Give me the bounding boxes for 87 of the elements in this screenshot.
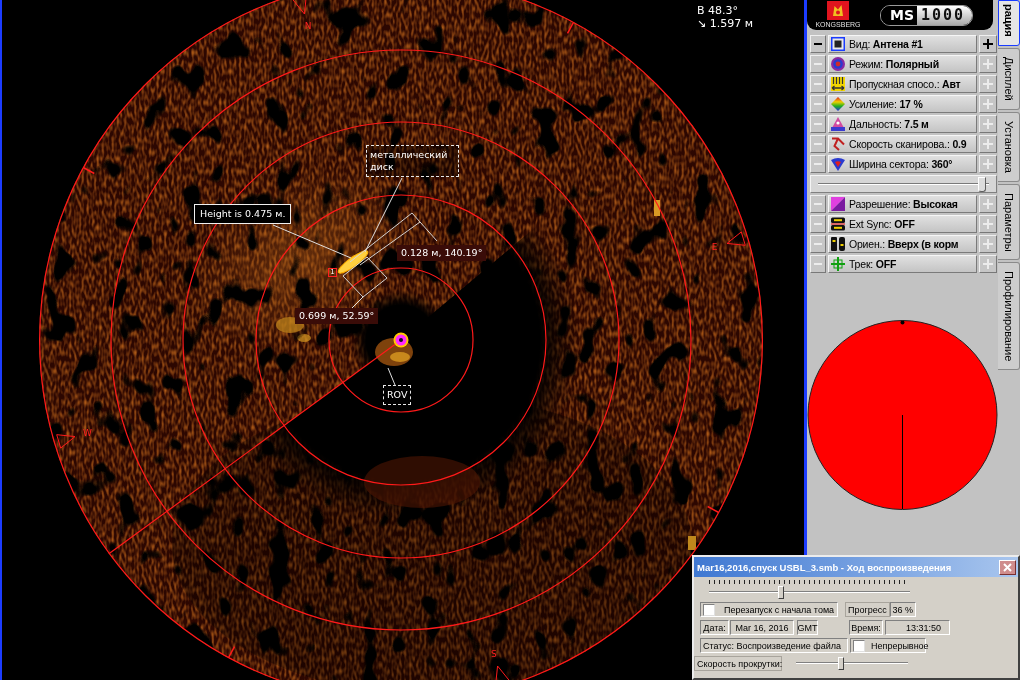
diamond-icon bbox=[831, 97, 845, 111]
plus-icon bbox=[983, 59, 993, 69]
plus-icon bbox=[983, 219, 993, 229]
emblem-icon bbox=[827, 1, 849, 20]
compass-label: W bbox=[83, 427, 92, 438]
plus-button[interactable] bbox=[979, 35, 997, 53]
minus-icon bbox=[814, 83, 822, 85]
minus-button[interactable] bbox=[810, 35, 826, 53]
slider-thumb[interactable] bbox=[978, 176, 987, 192]
diagonal-square-icon bbox=[831, 197, 845, 211]
progress-field: 36 % bbox=[889, 602, 916, 617]
direction-marker-icon bbox=[495, 665, 510, 680]
checkbox[interactable] bbox=[703, 603, 715, 616]
plus-icon bbox=[983, 199, 993, 209]
slider-thumb[interactable] bbox=[778, 586, 785, 599]
date-field: Mar 16, 2016 bbox=[730, 620, 794, 635]
continuous-option[interactable]: Непрерывное bbox=[850, 638, 926, 653]
plus-icon bbox=[983, 239, 993, 249]
plus-icon bbox=[983, 79, 993, 89]
compass-label: E bbox=[711, 242, 718, 253]
parameter-button[interactable]: Вид: Антена #1 bbox=[828, 35, 977, 53]
heading-tick bbox=[228, 645, 236, 658]
heading-tick bbox=[566, 22, 574, 35]
cone-icon bbox=[831, 117, 845, 131]
callout-label: Height is 0.475 м. bbox=[194, 204, 292, 224]
framed-square-icon bbox=[831, 37, 845, 51]
heading-tick bbox=[706, 505, 719, 513]
direction-marker-icon bbox=[292, 0, 307, 15]
leader-line bbox=[387, 367, 396, 386]
minus-icon bbox=[814, 103, 822, 105]
option-label: Непрерывное bbox=[871, 640, 929, 651]
heading-tick bbox=[83, 167, 96, 175]
direction-marker-icon bbox=[56, 434, 76, 449]
measurement-label: 0.128 м, 140.19° bbox=[397, 245, 487, 261]
readout-text: ↘ 1.597 м bbox=[697, 17, 753, 30]
readout-text: B 48.3° bbox=[697, 4, 740, 17]
linked-boxes-icon bbox=[831, 217, 845, 231]
option-label: Перезапуск с начала тома bbox=[724, 604, 835, 615]
checkbox[interactable] bbox=[853, 639, 865, 652]
speed-label: Скорость прокрутки: bbox=[694, 656, 782, 671]
target-icon bbox=[831, 57, 845, 71]
plus-icon bbox=[983, 39, 993, 49]
minus-icon bbox=[814, 203, 822, 205]
tab[interactable]: Профилирование bbox=[998, 262, 1020, 371]
annotation-label: металлический диск bbox=[366, 145, 459, 177]
crosshair-icon bbox=[831, 257, 845, 271]
date-label: Дата: bbox=[700, 620, 729, 635]
tab[interactable]: Установка bbox=[998, 111, 1020, 182]
progress-label: Прогресс bbox=[845, 602, 890, 617]
close-button[interactable] bbox=[999, 559, 1016, 575]
time-field: 13:31:50 bbox=[885, 620, 950, 635]
plus-icon bbox=[983, 99, 993, 109]
minus-icon bbox=[814, 63, 822, 65]
rov-marker-icon bbox=[393, 332, 409, 348]
model-prefix: MS bbox=[881, 5, 917, 25]
minus-icon bbox=[814, 163, 822, 165]
tab[interactable]: рация bbox=[998, 0, 1020, 46]
status-field: Статус: Воспроизведение файла bbox=[700, 638, 848, 653]
minus-icon bbox=[814, 143, 822, 145]
minus-icon bbox=[814, 243, 822, 245]
plus-icon bbox=[983, 159, 993, 169]
tab[interactable]: Дисплей bbox=[998, 47, 1020, 110]
restart-option[interactable]: Перезапуск с начала тома bbox=[700, 602, 838, 617]
minus-icon bbox=[814, 223, 822, 225]
compass-label: S bbox=[491, 648, 497, 659]
measurement-label: 0.699 м, 52.59° bbox=[295, 308, 379, 324]
striped-arrows-icon bbox=[831, 77, 845, 91]
minus-icon bbox=[814, 123, 822, 125]
target-echo bbox=[337, 250, 369, 274]
device-icon bbox=[831, 237, 845, 251]
fan-icon bbox=[831, 157, 845, 171]
plus-icon bbox=[983, 119, 993, 129]
plus-icon bbox=[983, 139, 993, 149]
annotation-label: ROV bbox=[383, 385, 412, 405]
slider-thumb[interactable] bbox=[837, 657, 844, 670]
plus-icon bbox=[983, 259, 993, 269]
dialog-title: Mar16,2016,спуск USBL_3.smb - Ход воспроизведения bbox=[697, 561, 952, 573]
minus-icon bbox=[814, 43, 822, 45]
model-number: 1000 bbox=[917, 5, 973, 25]
close-icon bbox=[1003, 562, 1012, 572]
curved-arrow-icon bbox=[831, 137, 845, 151]
time-label: Время: bbox=[849, 620, 883, 635]
tab[interactable]: Параметры bbox=[998, 183, 1020, 261]
minus-icon bbox=[814, 263, 822, 265]
direction-marker-icon bbox=[726, 231, 746, 246]
compass-label: N bbox=[304, 21, 312, 32]
timezone-field: GMT bbox=[797, 620, 818, 635]
